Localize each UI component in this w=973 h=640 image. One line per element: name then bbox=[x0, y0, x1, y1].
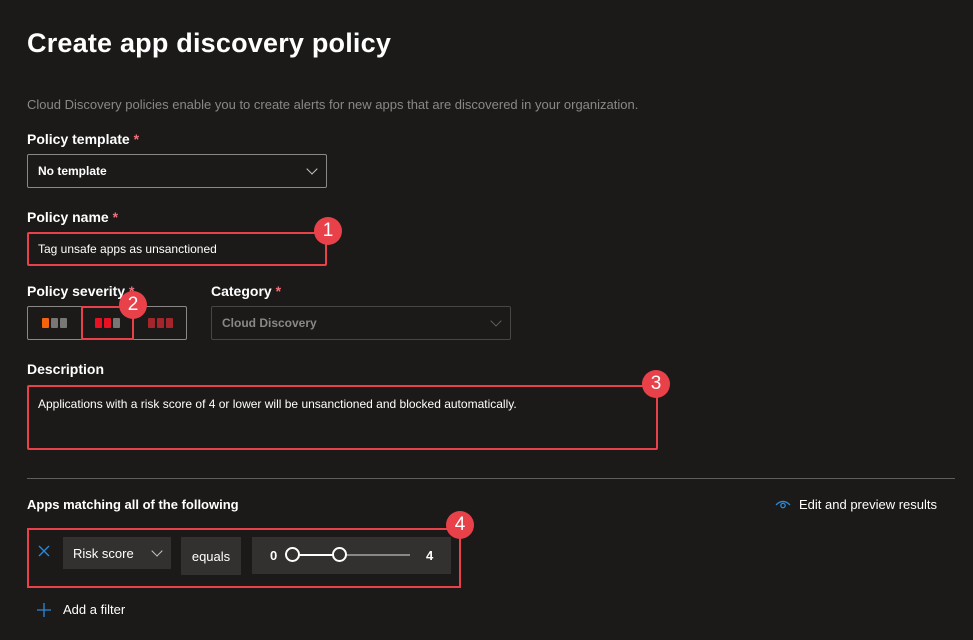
annotation-badge-1: 1 bbox=[314, 217, 342, 245]
severity-bar bbox=[50, 318, 58, 328]
required-marker: * bbox=[275, 283, 282, 299]
severity-bar bbox=[165, 318, 173, 328]
category-dropdown[interactable]: Cloud Discovery bbox=[211, 306, 511, 340]
slider-max-value: 4 bbox=[426, 548, 434, 563]
severity-bar bbox=[156, 318, 164, 328]
description-textarea[interactable]: Applications with a risk score of 4 or l… bbox=[27, 385, 658, 450]
severity-bar bbox=[59, 318, 67, 328]
policy-severity-label: Policy severity * bbox=[27, 283, 134, 299]
chevron-down-icon bbox=[151, 545, 163, 557]
section-divider bbox=[27, 478, 955, 479]
slider-thumb-max[interactable] bbox=[331, 547, 347, 562]
page-title: Create app discovery policy bbox=[27, 28, 392, 58]
eye-icon bbox=[775, 500, 791, 510]
severity-bar bbox=[147, 318, 155, 328]
category-label: Category * bbox=[211, 283, 282, 299]
required-marker: * bbox=[112, 209, 119, 225]
chevron-down-icon bbox=[306, 163, 318, 175]
page-description: Cloud Discovery policies enable you to c… bbox=[27, 97, 639, 112]
remove-filter-icon[interactable] bbox=[37, 544, 51, 558]
edit-preview-link[interactable]: Edit and preview results bbox=[775, 497, 937, 512]
filters-heading: Apps matching all of the following bbox=[27, 497, 239, 512]
slider-min-value: 0 bbox=[270, 548, 278, 563]
policy-template-label: Policy template * bbox=[27, 131, 140, 147]
policy-name-value: Tag unsafe apps as unsanctioned bbox=[38, 242, 217, 256]
edit-preview-label: Edit and preview results bbox=[799, 497, 938, 512]
required-marker: * bbox=[133, 131, 140, 147]
plus-icon bbox=[37, 602, 51, 617]
add-filter-button[interactable]: Add a filter bbox=[37, 602, 125, 617]
policy-template-value: No template bbox=[38, 164, 107, 178]
policy-template-dropdown[interactable]: No template bbox=[27, 154, 327, 188]
policy-name-label: Policy name * bbox=[27, 209, 119, 225]
category-value: Cloud Discovery bbox=[222, 316, 317, 330]
filter-operator[interactable]: equals bbox=[181, 537, 241, 575]
annotation-badge-3: 3 bbox=[642, 370, 670, 398]
policy-name-input[interactable]: Tag unsafe apps as unsanctioned bbox=[27, 232, 327, 266]
annotation-badge-2: 2 bbox=[119, 291, 147, 319]
severity-option-low[interactable] bbox=[28, 307, 81, 339]
annotation-badge-4: 4 bbox=[446, 511, 474, 539]
filter-operator-value: equals bbox=[191, 548, 231, 564]
description-value: Applications with a risk score of 4 or l… bbox=[38, 397, 517, 411]
filter-field-value: Risk score bbox=[73, 545, 134, 561]
chevron-down-icon bbox=[490, 315, 502, 327]
description-label: Description bbox=[27, 361, 105, 377]
slider-thumb-min[interactable] bbox=[285, 547, 300, 562]
filter-field-dropdown[interactable]: Risk score bbox=[63, 537, 171, 569]
add-filter-label: Add a filter bbox=[63, 602, 126, 617]
risk-score-range-slider[interactable]: 0 4 bbox=[252, 537, 451, 574]
severity-bar bbox=[41, 318, 49, 328]
